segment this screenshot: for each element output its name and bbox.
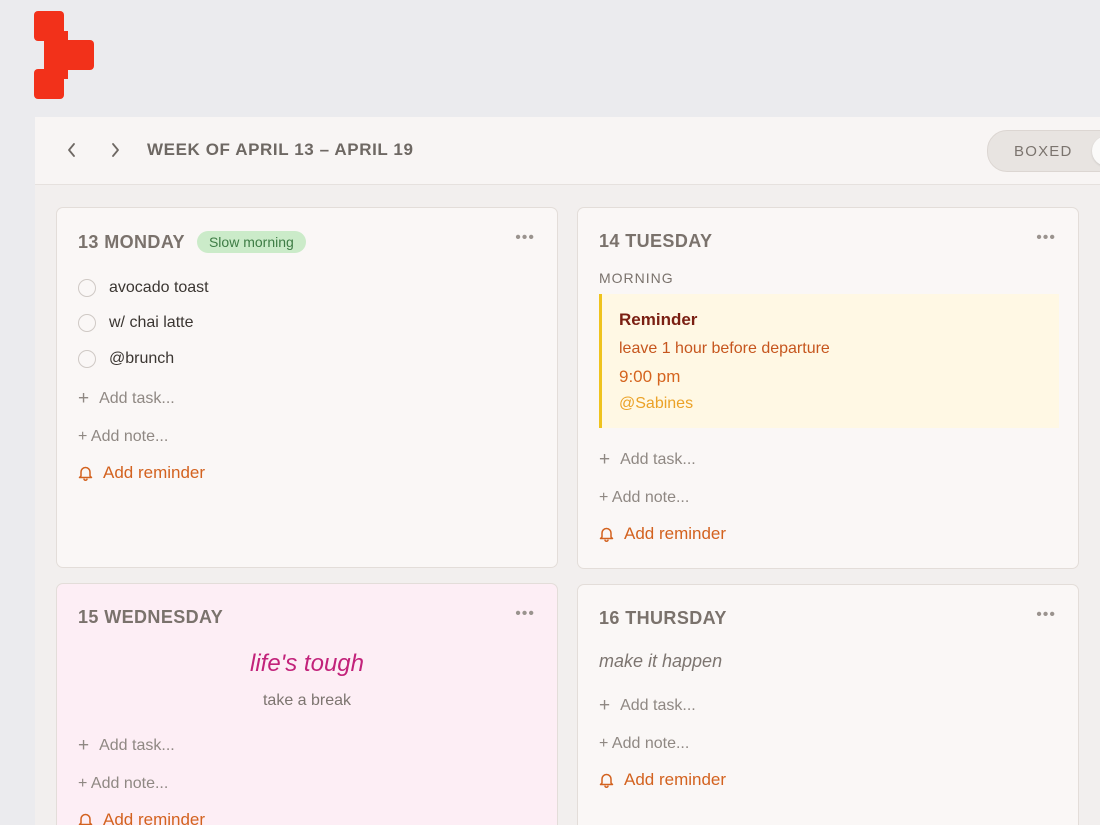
reminder-title: Reminder — [619, 310, 698, 329]
add-task-button[interactable]: + Add task... — [78, 735, 175, 757]
day-title: 13 MONDAY — [78, 231, 185, 252]
plus-icon: + — [599, 449, 611, 470]
section-label-morning: MORNING — [599, 270, 674, 286]
add-note-button[interactable]: + Add note... — [599, 735, 689, 753]
quote-subtext: take a break — [262, 692, 352, 709]
bell-icon — [78, 813, 93, 825]
add-reminder-button[interactable]: Add reminder — [78, 463, 205, 483]
day-title: 16 THURSDAY — [599, 608, 727, 628]
add-task-label: Add task... — [620, 451, 696, 468]
chevron-left-icon — [68, 143, 75, 157]
day-card-thursday: 16 THURSDAY ••• make it happen + Add tas… — [577, 584, 1079, 825]
task-label: @brunch — [109, 349, 175, 367]
week-title: WEEK OF APRIL 13 – APRIL 19 — [147, 140, 414, 159]
bell-icon — [599, 773, 614, 788]
more-options-icon[interactable]: ••• — [1036, 607, 1056, 623]
day-card-monday: 13 MONDAY Slow morning ••• avocado toast… — [56, 207, 558, 568]
bell-icon — [78, 466, 93, 481]
add-reminder-button[interactable]: Add reminder — [78, 810, 205, 825]
add-reminder-label: Add reminder — [624, 770, 727, 789]
task-item[interactable]: avocado toast — [78, 270, 209, 306]
add-task-label: Add task... — [99, 390, 175, 407]
chevron-right-icon — [112, 143, 119, 157]
reminder-card[interactable]: Reminder leave 1 hour before departure 9… — [599, 294, 1059, 428]
day-title: 14 TUESDAY — [599, 231, 713, 251]
task-checkbox[interactable] — [78, 314, 96, 333]
reminder-mention[interactable]: @Sabines — [619, 395, 693, 413]
quote-text: life's tough — [250, 650, 364, 677]
add-note-button[interactable]: + Add note... — [78, 775, 168, 793]
add-reminder-button[interactable]: Add reminder — [599, 770, 726, 790]
add-reminder-button[interactable]: Add reminder — [599, 524, 726, 544]
add-reminder-label: Add reminder — [624, 524, 727, 543]
reminder-time: 9:00 pm — [619, 367, 681, 386]
add-task-button[interactable]: + Add task... — [78, 388, 175, 410]
day-card-tuesday: 14 TUESDAY ••• MORNING Reminder leave 1 … — [577, 207, 1079, 569]
next-week-button[interactable] — [102, 137, 128, 163]
task-list: avocado toast w/ chai latte @brunch — [78, 270, 209, 377]
task-checkbox[interactable] — [78, 349, 96, 368]
previous-week-button[interactable] — [59, 137, 85, 163]
more-options-icon[interactable]: ••• — [515, 230, 535, 246]
view-mode-toggle[interactable]: BOXED — [987, 130, 1100, 172]
plus-icon: + — [599, 695, 611, 716]
view-toggle-label: BOXED — [1014, 143, 1073, 160]
add-task-label: Add task... — [620, 697, 696, 714]
more-options-icon[interactable]: ••• — [1036, 230, 1056, 246]
add-task-button[interactable]: + Add task... — [599, 449, 696, 471]
plus-icon: + — [78, 735, 90, 756]
day-note: make it happen — [599, 651, 723, 671]
task-label: avocado toast — [109, 278, 209, 296]
day-title: 15 WEDNESDAY — [78, 607, 224, 627]
add-note-button[interactable]: + Add note... — [78, 428, 168, 446]
planner-window: WEEK OF APRIL 13 – APRIL 19 BOXED 13 MON… — [35, 117, 1100, 825]
task-label: w/ chai latte — [109, 314, 194, 332]
week-toolbar: WEEK OF APRIL 13 – APRIL 19 BOXED — [35, 117, 1100, 185]
task-item[interactable]: @brunch — [78, 341, 209, 377]
brand-logo-icon — [34, 11, 94, 99]
plus-icon: + — [78, 388, 90, 409]
toggle-knob[interactable] — [1092, 136, 1100, 166]
add-task-label: Add task... — [99, 737, 175, 754]
task-item[interactable]: w/ chai latte — [78, 306, 209, 342]
add-task-button[interactable]: + Add task... — [599, 695, 696, 717]
add-reminder-label: Add reminder — [103, 463, 206, 482]
more-options-icon[interactable]: ••• — [515, 606, 535, 622]
add-note-button[interactable]: + Add note... — [599, 489, 689, 507]
day-tag-badge[interactable]: Slow morning — [196, 231, 306, 253]
add-reminder-label: Add reminder — [103, 810, 206, 825]
reminder-text: leave 1 hour before departure — [619, 340, 830, 357]
task-checkbox[interactable] — [78, 278, 96, 297]
day-card-wednesday: 15 WEDNESDAY ••• life's tough take a bre… — [56, 583, 558, 825]
bell-icon — [599, 527, 614, 542]
